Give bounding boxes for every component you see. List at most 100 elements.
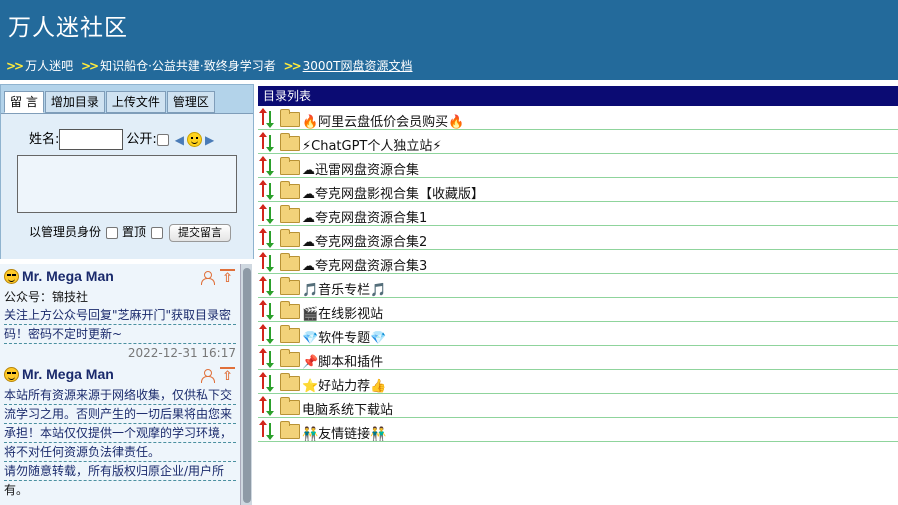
emoji-picker-smiley-icon[interactable] [187,132,203,147]
sort-arrows-icon[interactable] [259,108,276,128]
comments-scrollbar[interactable] [240,264,252,505]
prev-emoji-arrow-icon[interactable]: ◀ [175,133,184,147]
directory-item-label[interactable]: 🔥阿里云盘低价会员购买🔥 [302,111,464,130]
directory-item-label[interactable]: 🎵音乐专栏🎵 [302,279,386,298]
move-up-arrow-icon[interactable] [259,228,267,245]
directory-item[interactable]: 电脑系统下载站 [258,394,898,418]
directory-item[interactable]: 🔥阿里云盘低价会员购买🔥 [258,106,898,130]
next-emoji-arrow-icon[interactable]: ▶ [205,133,214,147]
sort-arrows-icon[interactable] [259,324,276,344]
move-down-arrow-icon[interactable] [266,183,274,200]
directory-item[interactable]: ☁迅雷网盘资源合集 [258,154,898,178]
move-up-arrow-icon[interactable] [259,420,267,437]
move-down-arrow-icon[interactable] [266,207,274,224]
sort-arrows-icon[interactable] [259,156,276,176]
move-down-arrow-icon[interactable] [266,375,274,392]
sort-arrows-icon[interactable] [259,180,276,200]
sort-arrows-icon[interactable] [259,348,276,368]
tab-message[interactable]: 留 言 [4,91,44,113]
sort-arrows-icon[interactable] [259,372,276,392]
comment-date: 2022-12-31 16:17 [127,346,236,360]
move-up-arrow-icon[interactable] [259,372,267,389]
move-up-arrow-icon[interactable] [259,276,267,293]
directory-item-label[interactable]: ☁夸克网盘资源合集3 [302,255,427,274]
directory-item[interactable]: ⚡ChatGPT个人独立站⚡ [258,130,898,154]
move-down-arrow-icon[interactable] [266,327,274,344]
directory-item-label[interactable]: ☁迅雷网盘资源合集 [302,159,419,178]
breadcrumb-item-home[interactable]: 万人迷吧 [25,59,73,73]
move-down-arrow-icon[interactable] [266,399,274,416]
move-up-arrow-icon[interactable] [259,348,267,365]
breadcrumb-item-current[interactable]: 3000T网盘资源文档 [303,59,413,73]
move-down-arrow-icon[interactable] [266,279,274,296]
move-up-arrow-icon[interactable] [259,108,267,125]
directory-item[interactable]: 👬友情链接👬 [258,418,898,442]
directory-item-label[interactable]: ☁夸克网盘资源合集1 [302,207,427,226]
move-down-arrow-icon[interactable] [266,255,274,272]
move-up-arrow-icon[interactable] [259,156,267,173]
move-down-arrow-icon[interactable] [266,135,274,152]
sort-arrows-icon[interactable] [259,420,276,440]
pin-top-icon[interactable]: ⇧ [220,269,235,286]
directory-item-label[interactable]: 🎬在线影视站 [302,303,383,322]
user-icon[interactable] [201,369,215,383]
directory-item-label[interactable]: 📌脚本和插件 [302,351,383,370]
tab-admin[interactable]: 管理区 [166,91,215,113]
move-down-arrow-icon[interactable] [266,303,274,320]
move-down-arrow-icon[interactable] [266,231,274,248]
sort-arrows-icon[interactable] [259,132,276,152]
tab-add-directory[interactable]: 增加目录 [44,91,105,113]
breadcrumb-separator: >> [283,59,302,73]
breadcrumb-item-section[interactable]: 知识船仓·公益共建·致终身学习者 [100,59,276,73]
directory-item[interactable]: ☁夸克网盘影视合集【收藏版】 [258,178,898,202]
sort-arrows-icon[interactable] [259,228,276,248]
move-down-arrow-icon[interactable] [266,351,274,368]
directory-item-label[interactable]: ⭐好站力荐👍 [302,375,386,394]
pin-checkbox[interactable] [151,226,164,239]
message-form-panel: 留 言增加目录 上传文件 管理区 姓名: 公开: ◀ ▶ 以管理员身份 置顶 提交留言 [0,84,254,259]
move-up-arrow-icon[interactable] [259,252,267,269]
directory-item[interactable]: 📌脚本和插件 [258,346,898,370]
tab-upload-file[interactable]: 上传文件 [105,91,166,113]
message-textarea[interactable] [17,155,237,213]
move-up-arrow-icon[interactable] [259,396,267,413]
sort-arrows-icon[interactable] [259,300,276,320]
directory-item-label[interactable]: ⚡ChatGPT个人独立站⚡ [302,135,442,154]
directory-item[interactable]: 💎软件专题💎 [258,322,898,346]
directory-item[interactable]: 🎬在线影视站 [258,298,898,322]
directory-item-label[interactable]: ☁夸克网盘影视合集【收藏版】 [302,183,484,202]
directory-item[interactable]: ☁夸克网盘资源合集1 [258,202,898,226]
move-down-arrow-icon[interactable] [266,159,274,176]
move-down-arrow-icon[interactable] [266,111,274,128]
admin-checkbox[interactable] [106,226,119,239]
pin-top-icon[interactable]: ⇧ [220,367,235,384]
directory-item-label[interactable]: ☁夸克网盘资源合集2 [302,231,427,250]
scrollbar-thumb[interactable] [243,268,251,503]
name-input[interactable] [59,129,124,150]
sort-arrows-icon[interactable] [259,252,276,272]
move-up-arrow-icon[interactable] [259,204,267,221]
sort-arrows-icon[interactable] [259,204,276,224]
move-up-arrow-icon[interactable] [259,300,267,317]
move-down-arrow-icon[interactable] [266,423,274,440]
directory-item[interactable]: ☁夸克网盘资源合集2 [258,226,898,250]
directory-item-label[interactable]: 💎软件专题💎 [302,327,386,346]
sort-arrows-icon[interactable] [259,396,276,416]
move-up-arrow-icon[interactable] [259,180,267,197]
public-checkbox[interactable] [156,133,169,146]
smiley-avatar-icon [4,268,19,284]
admin-label: 以管理员身份 [29,225,102,239]
directory-item[interactable]: ⭐好站力荐👍 [258,370,898,394]
user-icon[interactable] [201,271,215,285]
move-up-arrow-icon[interactable] [259,132,267,149]
directory-item-label[interactable]: 👬友情链接👬 [302,423,386,442]
folder-icon [280,301,300,319]
submit-message-button[interactable]: 提交留言 [169,223,232,242]
sort-arrows-icon[interactable] [259,276,276,296]
form-body: 姓名: 公开: ◀ ▶ 以管理员身份 置顶 提交留言 [1,113,253,259]
directory-item[interactable]: ☁夸克网盘资源合集3 [258,250,898,274]
left-panel: 留 言增加目录 上传文件 管理区 姓名: 公开: ◀ ▶ 以管理员身份 置顶 提交留言 Mr.… [0,84,254,505]
directory-item[interactable]: 🎵音乐专栏🎵 [258,274,898,298]
directory-item-label[interactable]: 电脑系统下载站 [302,399,393,418]
move-up-arrow-icon[interactable] [259,324,267,341]
